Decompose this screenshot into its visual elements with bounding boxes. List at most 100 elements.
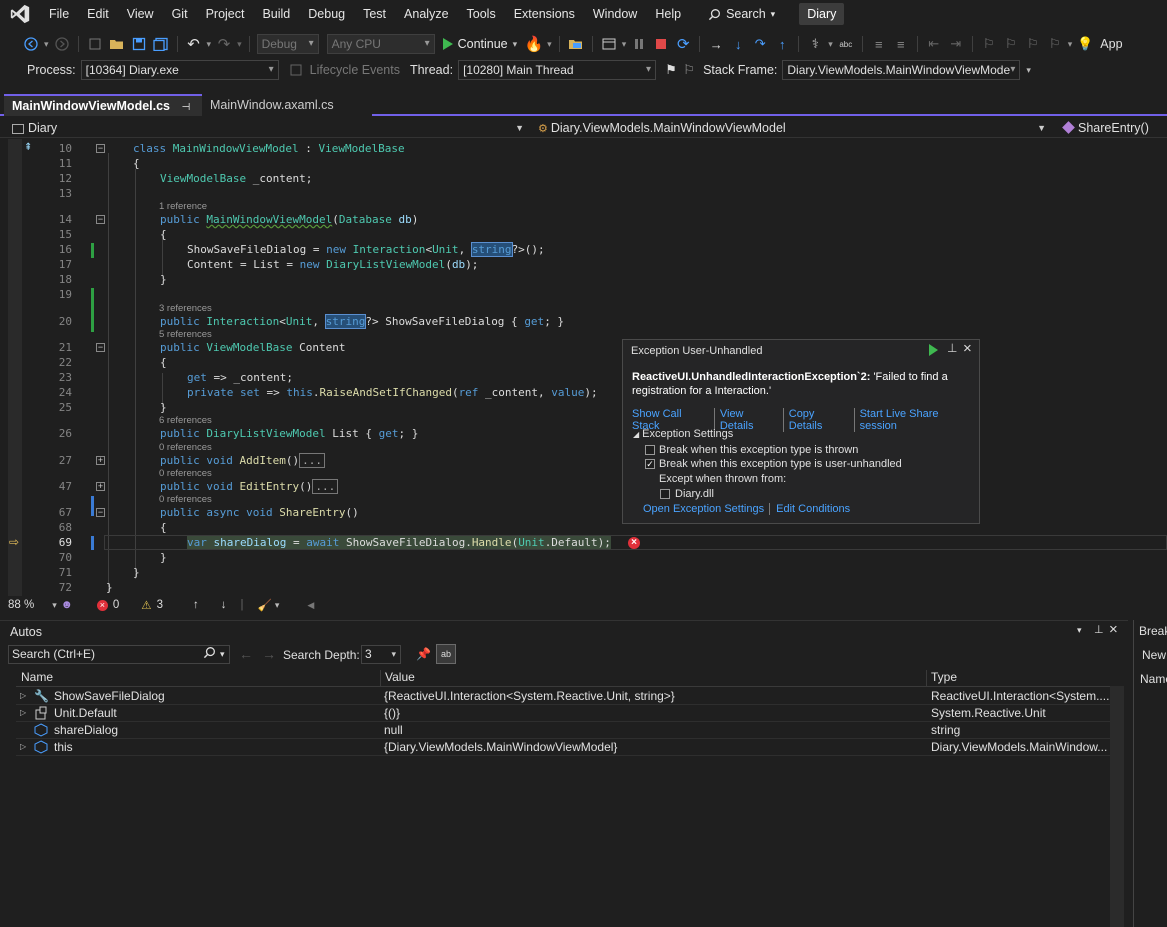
codelens-references[interactable]: 0 references: [159, 468, 212, 479]
error-icon[interactable]: ×: [96, 599, 108, 611]
codelens-references[interactable]: 6 references: [159, 415, 212, 426]
tab-mainwindow-axaml[interactable]: MainWindow.axaml.cs: [202, 94, 372, 116]
close-icon[interactable]: ×: [1109, 621, 1118, 638]
lifecycle-events-dropdown[interactable]: Lifecycle Events: [310, 63, 400, 77]
exception-error-icon[interactable]: ×: [628, 537, 640, 549]
indicator-margin[interactable]: [8, 139, 22, 596]
table-row[interactable]: ▷ Unit.Default {()} System.Reactive.Unit: [16, 705, 1110, 722]
new-project-icon[interactable]: [86, 35, 104, 53]
pin-icon[interactable]: ⊥: [1094, 623, 1104, 636]
menu-window[interactable]: Window: [584, 0, 646, 28]
break-all-icon[interactable]: [630, 35, 648, 53]
window-position-icon[interactable]: ▾: [1077, 625, 1082, 636]
uncomment-icon[interactable]: ≡: [892, 35, 910, 53]
spell-check-icon[interactable]: abc: [837, 35, 855, 53]
hot-reload-icon[interactable]: 🔥: [525, 35, 544, 53]
chevron-down-icon[interactable]: ▾: [828, 39, 833, 50]
pin-variable-icon[interactable]: 📌: [416, 647, 431, 661]
copilot-icon[interactable]: ☻: [61, 599, 73, 611]
step-out-icon[interactable]: ↑: [773, 35, 791, 53]
zoom-level-dropdown[interactable]: 88 %: [8, 599, 34, 611]
process-dropdown[interactable]: [10364] Diary.exe: [80, 60, 279, 80]
next-bookmark-icon[interactable]: ⚐: [1024, 35, 1042, 53]
expand-icon[interactable]: ▷: [20, 708, 26, 717]
redo-icon[interactable]: ↷: [215, 35, 233, 53]
menu-tools[interactable]: Tools: [458, 0, 505, 28]
lifecycle-events-icon[interactable]: [287, 61, 305, 79]
bookmark-icon[interactable]: ⚐: [980, 35, 998, 53]
lightbulb-icon[interactable]: 💡: [1076, 35, 1094, 53]
warning-icon[interactable]: ⚠: [141, 598, 151, 612]
undo-icon[interactable]: ↶: [185, 35, 203, 53]
visual-studio-logo-icon[interactable]: [0, 0, 40, 28]
save-all-icon[interactable]: [152, 35, 170, 53]
exception-settings-header[interactable]: ◢ Exception Settings: [633, 428, 733, 440]
indent-increase-icon[interactable]: ⇥: [947, 35, 965, 53]
menu-analyze[interactable]: Analyze: [395, 0, 457, 28]
collapse-icon[interactable]: −: [96, 144, 105, 153]
search-icon[interactable]: [203, 646, 216, 664]
comment-icon[interactable]: ≡: [870, 35, 888, 53]
menu-help[interactable]: Help: [646, 0, 690, 28]
step-into-icon[interactable]: ↓: [729, 35, 747, 53]
step-over-icon[interactable]: ↷: [751, 35, 769, 53]
start-live-share-link[interactable]: Start Live Share session: [855, 408, 979, 432]
search-next-icon[interactable]: →: [262, 646, 276, 662]
app-label[interactable]: App: [1100, 37, 1122, 51]
search-previous-icon[interactable]: ←: [239, 646, 253, 662]
codelens-references[interactable]: 0 references: [159, 494, 212, 505]
collapse-icon[interactable]: −: [96, 215, 105, 224]
new-breakpoint-button[interactable]: New: [1142, 648, 1166, 662]
column-header-type[interactable]: Type: [926, 670, 1110, 687]
column-header-name[interactable]: Name: [1140, 672, 1167, 686]
menu-extensions[interactable]: Extensions: [505, 0, 584, 28]
variable-value[interactable]: {ReactiveUI.Interaction<System.Reactive.…: [384, 689, 924, 703]
variable-value[interactable]: {Diary.ViewModels.MainWindowViewModel}: [384, 740, 924, 754]
menu-test[interactable]: Test: [354, 0, 395, 28]
solution-configuration-dropdown[interactable]: Debug: [256, 34, 319, 54]
pin-icon[interactable]: ⊣: [182, 102, 191, 113]
collapse-icon[interactable]: −: [96, 343, 105, 352]
codelens-references[interactable]: 5 references: [159, 329, 212, 340]
chevron-down-icon[interactable]: ▾: [1068, 39, 1073, 50]
variable-value[interactable]: {()}: [384, 706, 924, 720]
menu-view[interactable]: View: [118, 0, 163, 28]
warning-count[interactable]: 3: [157, 599, 163, 611]
table-row[interactable]: ▷ this {Diary.ViewModels.MainWindowViewM…: [16, 739, 1110, 756]
chevron-down-icon[interactable]: ▾: [207, 39, 212, 50]
browse-folder-icon[interactable]: [567, 35, 585, 53]
flag-thread-icon[interactable]: ⚑: [662, 61, 680, 79]
clear-bookmarks-icon[interactable]: ⚐: [1046, 35, 1064, 53]
menu-debug[interactable]: Debug: [299, 0, 354, 28]
codelens-references[interactable]: 3 references: [159, 303, 212, 314]
restart-icon[interactable]: ⟳: [674, 35, 692, 53]
show-next-statement-icon[interactable]: →: [707, 35, 725, 53]
chevron-down-icon[interactable]: ▾: [220, 646, 225, 663]
instruction-pointer-icon[interactable]: ⇨: [9, 535, 19, 549]
arrow-up-icon[interactable]: ↑: [193, 599, 199, 611]
application-insights-icon[interactable]: [600, 35, 618, 53]
chevron-down-icon[interactable]: ▾: [52, 600, 57, 611]
autos-vertical-scrollbar[interactable]: [1110, 686, 1124, 927]
codelens-references[interactable]: 1 reference: [159, 201, 207, 212]
project-dropdown[interactable]: Diary ▼: [8, 119, 530, 137]
expand-icon[interactable]: ▷: [20, 742, 26, 751]
toolbar-overflow-icon[interactable]: ▾: [1026, 65, 1031, 76]
diary-dll-checkbox[interactable]: [660, 489, 670, 499]
codelens-references[interactable]: 0 references: [159, 442, 212, 453]
menu-build[interactable]: Build: [253, 0, 299, 28]
table-row[interactable]: ▷ 🔧 ShowSaveFileDialog {ReactiveUI.Inter…: [16, 688, 1110, 705]
menu-project[interactable]: Project: [197, 0, 254, 28]
flag-toggle-icon[interactable]: ⚐: [680, 61, 698, 79]
autos-search-input[interactable]: Search (Ctrl+E) ▾: [8, 645, 230, 664]
menu-file[interactable]: File: [40, 0, 78, 28]
table-row[interactable]: shareDialog null string: [16, 722, 1110, 739]
menu-git[interactable]: Git: [163, 0, 197, 28]
break-unhandled-checkbox[interactable]: ✓: [645, 459, 655, 469]
thread-dropdown[interactable]: [10280] Main Thread: [458, 60, 657, 80]
chevron-down-icon[interactable]: ▾: [547, 39, 552, 50]
scope-indicator-icon[interactable]: ⇞: [24, 142, 32, 153]
scroll-left-icon[interactable]: ◀: [307, 600, 314, 611]
code-editor[interactable]: ⇞ 10 11 12 13 14 15 16 17 18 19 20 21 22…: [0, 139, 1167, 596]
arrow-down-icon[interactable]: ↓: [221, 599, 227, 611]
